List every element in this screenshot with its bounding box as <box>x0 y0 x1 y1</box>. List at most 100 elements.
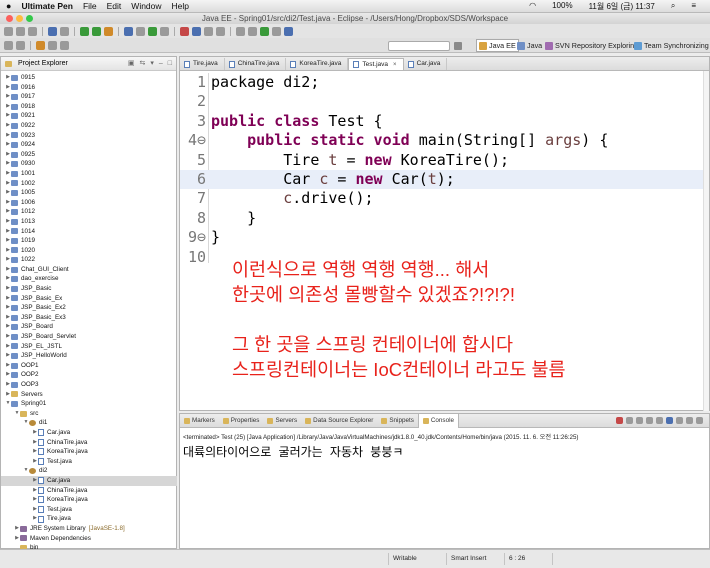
clock[interactable]: 11월 6일 (금) 11:37 <box>589 1 655 12</box>
tree-item[interactable]: ▶ 1012 <box>1 207 177 217</box>
minimize-window-button[interactable] <box>16 15 23 22</box>
new-class-icon[interactable] <box>148 26 157 36</box>
tree-item[interactable]: ▼ src <box>1 409 177 419</box>
tree-item[interactable]: ▶ 0930 <box>1 159 177 169</box>
console-output[interactable]: 대륙의타이어으로 굴러가는 자동차 붕붕ㅋ <box>180 441 709 462</box>
tree-item[interactable]: ▶ 0916 <box>1 83 177 93</box>
search-toolbar-icon[interactable] <box>204 26 213 36</box>
tree-item[interactable]: ▶ KoreaTire.java <box>1 495 177 505</box>
tree-item[interactable]: ▶ 1019 <box>1 236 177 246</box>
quick-access-input[interactable] <box>388 41 450 51</box>
external-tools-icon[interactable] <box>104 26 113 36</box>
tree-item[interactable]: ▶ 0924 <box>1 140 177 150</box>
editor-tab[interactable]: Test.java × <box>348 58 404 70</box>
tree-item[interactable]: ▶ 0915 <box>1 73 177 83</box>
new-package-icon[interactable] <box>136 26 145 36</box>
print-icon[interactable] <box>28 26 37 36</box>
arrow-left-icon[interactable] <box>48 40 57 50</box>
code-line[interactable]: 5 Tire t = new KoreaTire(); <box>180 151 709 170</box>
tree-item[interactable]: ▶ 1020 <box>1 246 177 256</box>
tree-item[interactable]: ▶ Car.java <box>1 475 177 486</box>
tree-item[interactable]: ▶ 0925 <box>1 150 177 160</box>
close-window-button[interactable] <box>6 15 13 22</box>
terminate-icon[interactable] <box>616 417 623 424</box>
tree-item[interactable]: ▼ di2 <box>1 466 177 476</box>
zoom-window-button[interactable] <box>26 15 33 22</box>
tree-item[interactable]: ▶ Car.java <box>1 428 177 438</box>
tree-item[interactable]: ▶ 0922 <box>1 121 177 131</box>
scroll-lock-icon[interactable] <box>646 417 653 424</box>
tree-item[interactable]: ▶ dao_exercise <box>1 274 177 284</box>
tree-item[interactable]: ▶ 1002 <box>1 179 177 189</box>
git-icon[interactable] <box>284 26 293 36</box>
tree-item[interactable]: ▶ 1005 <box>1 188 177 198</box>
pin-console-icon[interactable] <box>666 417 673 424</box>
menu-file[interactable]: File <box>83 1 97 11</box>
maximize-view-icon[interactable]: □ <box>168 57 172 71</box>
tree-item[interactable]: ▶ OOP2 <box>1 370 177 380</box>
tree-item[interactable]: ▶ Test.java <box>1 505 177 515</box>
tree-item[interactable]: ▶ Servers <box>1 390 177 400</box>
link-editor-icon[interactable]: ⇆ <box>139 57 145 71</box>
ant-run-icon[interactable] <box>260 26 269 36</box>
tree-item[interactable]: ▶ ChinaTire.java <box>1 438 177 448</box>
code-line[interactable]: 9⊖} <box>180 228 709 247</box>
new-icon[interactable] <box>4 26 13 36</box>
app-menu[interactable]: Ultimate Pen <box>21 1 73 11</box>
code-line[interactable]: 8 } <box>180 209 709 228</box>
console-tab[interactable]: Snippets <box>377 414 418 428</box>
open-type-icon[interactable] <box>160 26 169 36</box>
tree-item[interactable]: ▶ 0917 <box>1 92 177 102</box>
tree-item[interactable]: ▶ JSP_Board_Servlet <box>1 332 177 342</box>
code-line[interactable]: 4⊖ public static void main(String[] args… <box>180 131 709 150</box>
console-tab[interactable]: Markers <box>180 414 219 428</box>
perspective-team[interactable]: Team Synchronizing <box>634 39 709 52</box>
display-console-icon[interactable] <box>676 417 683 424</box>
view-menu-icon[interactable]: ▾ <box>150 57 154 71</box>
word-wrap-icon[interactable] <box>656 417 663 424</box>
tree-item[interactable]: ▶ JSP_EL_JSTL <box>1 342 177 352</box>
menu-window[interactable]: Window <box>131 1 161 11</box>
tree-item[interactable]: ▶ JSP_Board <box>1 322 177 332</box>
tree-item[interactable]: ▶ JSP_Basic_Ex3 <box>1 313 177 323</box>
perspective-svn[interactable]: SVN Repository Exploring <box>545 39 638 52</box>
tree-item[interactable]: ▶ Chat_GUI_Client <box>1 265 177 275</box>
task-icon[interactable] <box>216 26 225 36</box>
apple-icon[interactable]: ● <box>6 1 11 11</box>
tree-item[interactable]: ▶ JRE System Library [JavaSE-1.8] <box>1 524 177 534</box>
minimize-view-icon[interactable]: – <box>159 57 163 71</box>
perspective-java-ee[interactable]: Java EE <box>476 39 519 52</box>
tree-item[interactable]: ▶ Test.java <box>1 457 177 467</box>
open-perspective-button[interactable] <box>454 39 462 52</box>
tree-item[interactable]: ▶ ChinaTire.java <box>1 486 177 496</box>
debug-icon[interactable] <box>80 26 89 36</box>
editor-tab[interactable]: Tire.java <box>180 58 225 70</box>
search-icon[interactable]: ⌕ <box>671 1 675 12</box>
run-icon[interactable] <box>92 26 101 36</box>
menu-help[interactable]: Help <box>172 1 189 11</box>
tree-item[interactable]: ▶ JSP_HelloWorld <box>1 351 177 361</box>
open-console-icon[interactable] <box>686 417 693 424</box>
stop-icon[interactable] <box>180 26 189 36</box>
tree-item[interactable]: ▶ OOP1 <box>1 361 177 371</box>
menu-edit[interactable]: Edit <box>107 1 122 11</box>
arrow-right-icon[interactable] <box>60 40 69 50</box>
back-history-icon[interactable] <box>4 40 13 50</box>
forward-history-icon[interactable] <box>16 40 25 50</box>
battery-label[interactable]: 100% <box>552 1 572 12</box>
project-explorer-title[interactable]: Project Explorer <box>18 57 68 71</box>
tree-item[interactable]: ▶ 0923 <box>1 131 177 141</box>
remove-launch-icon[interactable] <box>626 417 633 424</box>
code-line[interactable]: 7 c.drive(); <box>180 189 709 208</box>
editor-tab[interactable]: Car.java <box>404 58 448 70</box>
db-icon[interactable] <box>272 26 281 36</box>
menu-list-icon[interactable]: ≡ <box>691 1 696 12</box>
tree-item[interactable]: ▶ 1001 <box>1 169 177 179</box>
new-java-project-icon[interactable] <box>124 26 133 36</box>
wifi-icon[interactable]: ◠ <box>529 1 536 12</box>
web-browser-icon[interactable] <box>192 26 201 36</box>
toggle-icon[interactable] <box>60 26 69 36</box>
annotation-next-icon[interactable] <box>248 26 257 36</box>
console-tab[interactable]: Data Source Explorer <box>301 414 377 428</box>
clear-console-icon[interactable] <box>636 417 643 424</box>
